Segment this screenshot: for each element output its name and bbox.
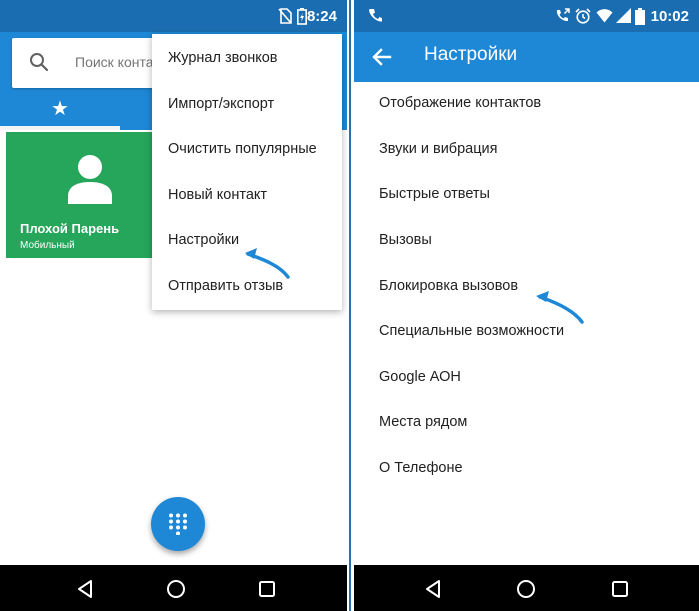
menu-item-clear-frequents[interactable]: Очистить популярные: [168, 141, 317, 157]
alarm-icon: [575, 8, 591, 24]
menu-item-new-contact[interactable]: Новый контакт: [168, 187, 267, 203]
search-icon[interactable]: [28, 51, 50, 73]
battery-icon: [635, 8, 645, 25]
contact-name: Плохой Парень: [20, 221, 120, 236]
status-time: 10:02: [650, 8, 689, 25]
wifi-icon: [596, 9, 613, 23]
person-avatar-icon: [68, 155, 112, 204]
setting-display-contacts[interactable]: Отображение контактов: [379, 95, 541, 111]
settings-app-bar: Настройки: [354, 32, 699, 82]
tab-favorites[interactable]: ★: [0, 92, 120, 130]
contact-tile[interactable]: Плохой Парень Мобильный: [6, 132, 161, 258]
navigation-bar: [354, 565, 699, 611]
menu-item-settings[interactable]: Настройки: [168, 232, 239, 248]
dialpad-fab[interactable]: [151, 497, 205, 551]
menu-item-import-export[interactable]: Импорт/экспорт: [168, 96, 274, 112]
annotation-arrow: [245, 248, 290, 279]
home-icon[interactable]: [165, 578, 187, 600]
settings-screen: 10:02 Настройки Отображение контактов Зв…: [354, 0, 699, 611]
navigation-bar: [0, 565, 347, 611]
setting-about-phone[interactable]: О Телефоне: [379, 460, 463, 476]
status-bar: 8:24: [0, 0, 347, 32]
signal-icon: [616, 8, 631, 23]
page-title: Настройки: [424, 44, 518, 65]
screen-divider: [349, 0, 351, 611]
contacts-screen: 8:24 Поиск конта ★ Плохой Парень Мобильн…: [0, 0, 347, 611]
call-forward-icon: [556, 8, 570, 22]
battery-charging-icon: [297, 8, 307, 25]
star-icon: ★: [51, 98, 69, 120]
annotation-arrow: [536, 291, 584, 324]
no-sim-icon: [278, 8, 292, 24]
search-placeholder[interactable]: Поиск конта: [75, 54, 154, 70]
recents-icon[interactable]: [256, 578, 278, 600]
setting-call-blocking[interactable]: Блокировка вызовов: [379, 278, 518, 294]
setting-sounds-vibration[interactable]: Звуки и вибрация: [379, 141, 498, 157]
setting-calls[interactable]: Вызовы: [379, 232, 432, 248]
home-icon[interactable]: [515, 578, 537, 600]
setting-quick-responses[interactable]: Быстрые ответы: [379, 186, 490, 202]
setting-google-caller-id[interactable]: Google АОН: [379, 369, 461, 385]
recents-icon[interactable]: [609, 578, 631, 600]
status-bar: 10:02: [354, 0, 699, 32]
tab-indicator: [0, 126, 120, 130]
setting-nearby-places[interactable]: Места рядом: [379, 414, 467, 430]
status-time: 8:24: [306, 8, 337, 25]
phone-icon: [369, 9, 382, 22]
contact-phone-type: Мобильный: [20, 240, 75, 251]
back-icon[interactable]: [74, 578, 96, 600]
back-arrow-icon[interactable]: [372, 47, 392, 67]
menu-item-call-log[interactable]: Журнал звонков: [168, 50, 277, 66]
back-icon[interactable]: [422, 578, 444, 600]
dialpad-icon: [169, 513, 187, 535]
